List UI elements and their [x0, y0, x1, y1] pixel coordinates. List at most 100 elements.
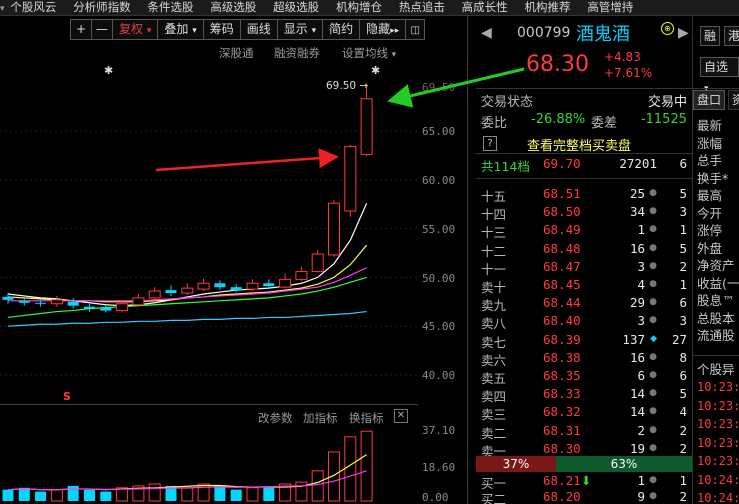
level-marker-icon: ● [649, 206, 657, 217]
level-label: 十三 [481, 225, 507, 241]
candle[interactable] [197, 278, 210, 292]
ask-row[interactable]: 卖三 68.32 14 ● 4 [481, 404, 691, 422]
ask-row[interactable]: 卖十 68.45 4 ● 1 [481, 277, 691, 295]
candle[interactable] [311, 250, 324, 273]
ask-row[interactable]: 十四 68.50 34 ● 3 [481, 204, 691, 222]
candle[interactable] [148, 287, 161, 300]
menu-item-condition-select[interactable]: 条件选股 [148, 0, 194, 15]
tick-time: 10:24: [697, 472, 739, 487]
candlestick-chart[interactable] [0, 62, 420, 402]
tab-funds[interactable]: 资 [728, 90, 739, 110]
candle-body [18, 300, 30, 303]
menu-item-exec-increase[interactable]: 高管增持 [587, 0, 633, 15]
bid-row[interactable]: 买二 68.20 9 ● 2 [481, 489, 691, 504]
full-book-row[interactable]: ? 查看完整档买卖盘 [481, 135, 689, 154]
candle[interactable] [279, 273, 292, 289]
next-stock-icon[interactable]: ▶ [678, 25, 689, 41]
ask-row[interactable]: 卖七 68.39 137 ◆ 27 [481, 332, 691, 350]
menu-item-super-select[interactable]: 超级选股 [273, 0, 319, 15]
candle[interactable] [116, 300, 129, 313]
ask-row[interactable]: 十五 68.51 25 ● 5 [481, 186, 691, 204]
menu-item-analyst-index[interactable]: 分析师指数 [73, 0, 131, 15]
add-watchlist-button[interactable]: 自选 ▾ [700, 57, 739, 94]
menu-item-advanced-select[interactable]: 高级选股 [210, 0, 256, 15]
ask-row[interactable]: 卖五 68.35 6 ● 6 [481, 368, 691, 386]
full-book-link[interactable]: 查看完整档买卖盘 [527, 135, 631, 154]
candle[interactable] [360, 87, 373, 157]
quote-field-label: 总手 [697, 153, 723, 168]
candle[interactable] [84, 303, 95, 312]
restore-rights-dropdown[interactable]: 复权 ▾ [112, 19, 159, 40]
level-marker-icon: ● [649, 279, 657, 289]
ask-row[interactable]: 十一 68.47 3 ● 2 [481, 259, 691, 277]
candle[interactable] [263, 279, 275, 289]
tick-time: 10:23: [697, 398, 739, 413]
level-label: 卖三 [481, 407, 507, 423]
level-count: 6 [679, 368, 687, 383]
sgt-link[interactable]: 深股通 [219, 45, 254, 61]
candle[interactable] [50, 295, 63, 307]
candle[interactable] [35, 298, 47, 307]
level-label: 卖五 [481, 371, 507, 386]
menu-item-gegufengyun[interactable]: 个股风云 [10, 0, 56, 15]
ask-row[interactable]: 十二 68.48 16 ● 5 [481, 241, 691, 259]
zoom-in-button[interactable]: + [70, 19, 92, 40]
quote-field-label: 最高 [697, 188, 723, 203]
margin-button[interactable]: 融 [700, 26, 721, 46]
candle[interactable] [214, 280, 226, 291]
price-tick: 55.00 [422, 223, 456, 236]
close-icon[interactable]: ✕ [394, 409, 408, 423]
quote-field-label: 涨幅 [697, 135, 723, 151]
switch-indicator-button[interactable]: 换指标 [349, 410, 384, 426]
hk-button[interactable]: 港 [724, 26, 739, 46]
window-toggle-button[interactable]: ◫ [405, 19, 426, 40]
total-volume: 27201 [619, 156, 657, 171]
level-label: 卖二 [481, 425, 507, 441]
ma-settings-dropdown[interactable]: 设置均线 ▾ [342, 45, 396, 61]
candle[interactable] [165, 285, 177, 296]
display-dropdown[interactable]: 显示 ▾ [276, 19, 324, 40]
total-price: 69.70 [543, 156, 581, 171]
tab-quote[interactable]: 盘口 [693, 90, 726, 110]
ask-row[interactable]: 十三 68.49 1 ● 1 [481, 222, 691, 240]
candle[interactable] [67, 297, 79, 309]
ask-row[interactable]: 卖九 68.44 29 ● 6 [481, 295, 691, 313]
modify-params-button[interactable]: 改参数 [258, 410, 293, 426]
candle[interactable] [246, 279, 259, 292]
ask-row[interactable]: 卖二 68.31 2 ● 2 [481, 423, 691, 441]
candle[interactable] [132, 293, 145, 307]
overlay-dropdown[interactable]: 叠加 ▾ [157, 19, 204, 40]
volume-bar [360, 430, 373, 502]
high-label-text: 69.50 [326, 80, 357, 92]
menu-item-hotspot[interactable]: 热点追击 [399, 0, 445, 15]
price-tick-top: 69.50 [422, 81, 456, 94]
candle[interactable] [328, 200, 340, 257]
menu-item-inst-recommend[interactable]: 机构推荐 [524, 0, 570, 15]
hide-button[interactable]: 隐藏▸▸ [359, 19, 407, 40]
margin-link[interactable]: 融资融券 [274, 45, 320, 61]
chips-button[interactable]: 筹码 [202, 19, 241, 40]
total-levels-label[interactable]: 共114档 [481, 156, 530, 175]
menu-caret-icon[interactable]: ▾ [0, 2, 5, 15]
menu-item-inst-increase[interactable]: 机构增仓 [336, 0, 382, 15]
volume-bar [35, 491, 47, 501]
zoom-out-button[interactable]: — [91, 19, 113, 40]
level-marker-icon: ● [649, 475, 657, 485]
candle-body [344, 146, 357, 212]
candle-body [35, 302, 47, 304]
add-indicator-button[interactable]: 加指标 [303, 410, 338, 426]
ask-row[interactable]: 卖六 68.38 16 ● 8 [481, 350, 691, 368]
help-icon[interactable]: ? [483, 136, 497, 151]
ask-row[interactable]: 卖八 68.40 3 ● 3 [481, 313, 691, 331]
ask-row[interactable]: 卖四 68.33 14 ● 5 [481, 386, 691, 404]
level-count: 5 [679, 386, 687, 402]
draw-line-button[interactable]: 画线 [239, 19, 278, 40]
prev-stock-icon[interactable]: ◀ [481, 25, 492, 41]
level-label: 卖十 [481, 280, 507, 295]
candle[interactable] [100, 304, 112, 313]
simple-button[interactable]: 简约 [322, 19, 361, 40]
candle[interactable] [295, 266, 308, 282]
candle[interactable] [181, 283, 194, 295]
menu-item-high-growth[interactable]: 高成长性 [462, 0, 508, 15]
candle[interactable] [344, 144, 357, 217]
